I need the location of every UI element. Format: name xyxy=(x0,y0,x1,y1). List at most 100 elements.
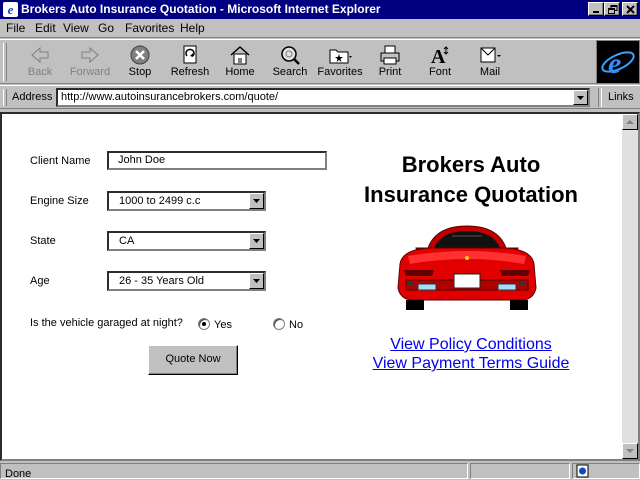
chevron-down-icon xyxy=(253,279,260,283)
menu-view[interactable]: View xyxy=(63,21,89,35)
favorites-icon xyxy=(329,49,352,64)
heading-line-1: Brokers Auto xyxy=(401,152,541,177)
font-label: Font xyxy=(428,66,451,78)
font-button[interactable]: A Font xyxy=(417,42,463,82)
forward-button[interactable]: Forward xyxy=(67,42,113,82)
search-button[interactable]: Search xyxy=(267,42,313,82)
state-dropdown-button[interactable] xyxy=(249,233,264,249)
state-label: State xyxy=(30,235,56,247)
restore-button[interactable] xyxy=(604,2,620,16)
red-sports-car-image xyxy=(397,225,537,310)
close-icon xyxy=(626,5,635,14)
policy-conditions-link[interactable]: View Policy Conditions xyxy=(340,336,602,354)
state-select[interactable]: CA xyxy=(107,231,266,251)
search-icon xyxy=(281,46,300,65)
font-icon: A xyxy=(431,46,449,66)
address-bar: Address http://www.autoinsurancebrokers.… xyxy=(0,85,640,109)
favorites-label: Favorites xyxy=(317,66,363,78)
links-button[interactable]: Links xyxy=(608,91,634,103)
stop-button[interactable]: Stop xyxy=(117,42,163,82)
address-dropdown-button[interactable] xyxy=(573,90,588,105)
quote-page: Client Name John Doe Engine Size 1000 to… xyxy=(2,114,622,459)
quote-now-button[interactable]: Quote Now xyxy=(148,345,238,375)
page-viewport: Client Name John Doe Engine Size 1000 to… xyxy=(0,112,640,461)
forward-arrow-icon xyxy=(81,46,99,64)
status-panel-main: Done xyxy=(0,463,468,480)
garaged-no-label[interactable]: No xyxy=(289,319,303,331)
stop-icon xyxy=(130,45,150,65)
svg-text:A: A xyxy=(431,46,446,66)
mail-button[interactable]: Mail xyxy=(467,42,513,82)
engine-size-select[interactable]: 1000 to 2499 c.c xyxy=(107,191,266,211)
client-name-input[interactable]: John Doe xyxy=(107,151,327,170)
arrow-up-icon xyxy=(626,120,634,124)
status-bar: Done xyxy=(0,461,640,480)
chevron-down-icon xyxy=(253,239,260,243)
page-heading: Brokers Auto Insurance Quotation xyxy=(340,150,602,210)
search-label: Search xyxy=(272,66,308,78)
age-select[interactable]: 26 - 35 Years Old xyxy=(107,271,266,291)
age-value: 26 - 35 Years Old xyxy=(119,275,205,287)
stop-label: Stop xyxy=(128,66,152,78)
menu-help[interactable]: Help xyxy=(180,21,205,35)
ie-logo-icon: e xyxy=(597,41,639,83)
status-panel-progress xyxy=(470,463,570,479)
favorites-button[interactable]: Favorites xyxy=(317,42,363,82)
ie-logo: e xyxy=(596,40,640,84)
svg-text:e: e xyxy=(608,47,621,80)
mail-icon xyxy=(480,47,501,63)
minimize-button[interactable] xyxy=(588,2,604,16)
status-text: Done xyxy=(5,468,32,480)
address-input[interactable]: http://www.autoinsurancebrokers.com/quot… xyxy=(56,88,590,107)
links-separator xyxy=(598,88,602,107)
minimize-icon xyxy=(593,11,599,13)
restore-icon xyxy=(608,5,618,14)
refresh-label: Refresh xyxy=(170,66,210,78)
client-name-label: Client Name xyxy=(30,155,91,167)
age-label: Age xyxy=(30,275,50,287)
chevron-down-icon xyxy=(577,96,584,100)
back-label: Back xyxy=(27,66,53,78)
print-label: Print xyxy=(378,66,402,78)
heading-line-2: Insurance Quotation xyxy=(364,182,578,207)
page-status-icon xyxy=(576,464,589,478)
garaged-yes-label[interactable]: Yes xyxy=(214,319,232,331)
address-label: Address xyxy=(12,91,53,103)
ie-window-icon[interactable]: e xyxy=(3,2,18,17)
mail-label: Mail xyxy=(479,66,501,78)
refresh-icon xyxy=(183,45,197,64)
close-button[interactable] xyxy=(622,2,638,16)
home-button[interactable]: Home xyxy=(217,42,263,82)
menu-file[interactable]: File xyxy=(6,21,25,35)
forward-label: Forward xyxy=(69,66,111,78)
window-title: Brokers Auto Insurance Quotation - Micro… xyxy=(21,2,381,16)
state-value: CA xyxy=(119,235,135,247)
engine-size-value: 1000 to 2499 c.c xyxy=(119,195,201,207)
print-icon xyxy=(380,45,400,65)
home-label: Home xyxy=(225,66,255,78)
arrow-down-icon xyxy=(626,449,634,453)
engine-size-dropdown-button[interactable] xyxy=(249,193,264,209)
refresh-button[interactable]: Refresh xyxy=(167,42,213,82)
back-button[interactable]: Back xyxy=(17,42,63,82)
garaged-no-radio[interactable] xyxy=(273,318,285,330)
engine-size-label: Engine Size xyxy=(30,195,89,207)
back-arrow-icon xyxy=(31,46,49,64)
scroll-up-button[interactable] xyxy=(622,114,638,130)
home-icon xyxy=(230,45,250,65)
scroll-down-button[interactable] xyxy=(622,443,638,459)
payment-terms-link[interactable]: View Payment Terms Guide xyxy=(340,355,602,373)
toolbar-grip[interactable] xyxy=(3,43,7,81)
age-dropdown-button[interactable] xyxy=(249,273,264,289)
chevron-down-icon xyxy=(253,199,260,203)
menu-edit[interactable]: Edit xyxy=(35,21,56,35)
garaged-yes-radio[interactable] xyxy=(198,318,210,330)
vertical-scrollbar[interactable] xyxy=(622,114,638,459)
menu-favorites[interactable]: Favorites xyxy=(125,21,174,35)
menu-go[interactable]: Go xyxy=(98,21,114,35)
address-grip[interactable] xyxy=(3,89,7,106)
title-bar[interactable]: e Brokers Auto Insurance Quotation - Mic… xyxy=(0,0,640,19)
menu-bar: File Edit View Go Favorites Help xyxy=(0,19,640,38)
status-panel-zone xyxy=(572,463,640,479)
print-button[interactable]: Print xyxy=(367,42,413,82)
